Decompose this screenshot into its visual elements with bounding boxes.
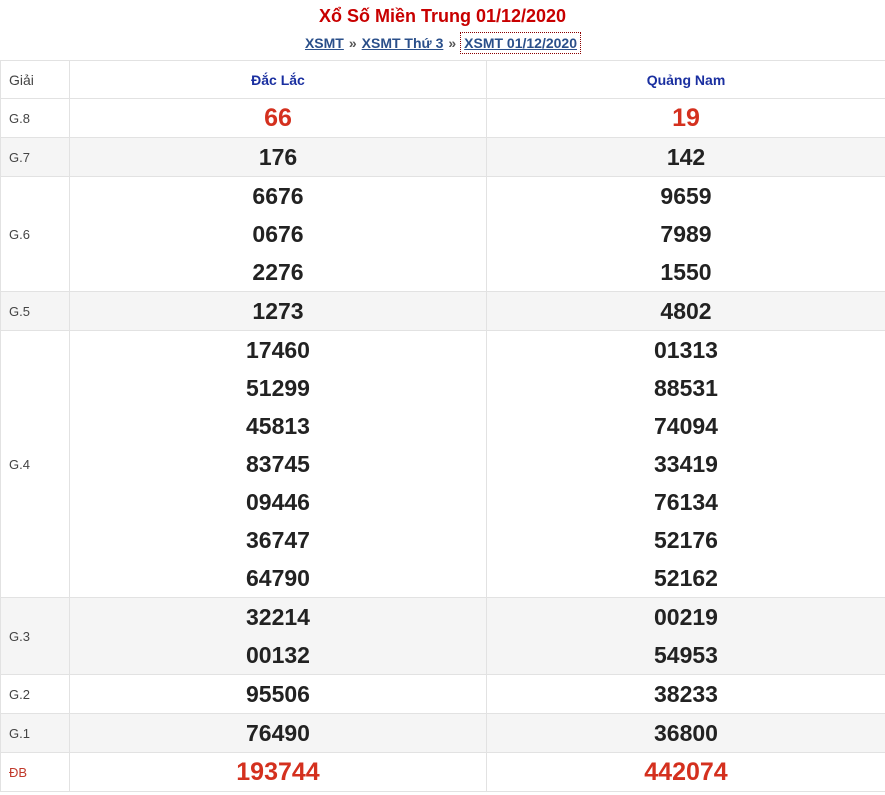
prize-label: G.6 — [0, 176, 70, 292]
table-row: G.3 32214 00132 00219 54953 — [0, 597, 885, 675]
result-number: 51299 — [246, 375, 310, 401]
prize-label: G.4 — [0, 330, 70, 598]
table-row: G.7 176 142 — [0, 137, 885, 177]
result-number: 09446 — [246, 489, 310, 515]
table-row: G.4 17460 51299 45813 83745 09446 36747 64790 01… — [0, 330, 885, 598]
result-number: 0676 — [252, 221, 304, 247]
result-number: 32214 — [246, 604, 310, 630]
result-cell-dac-lac: 95506 — [69, 674, 487, 714]
prize-label: G.7 — [0, 137, 70, 177]
result-number: 1273 — [252, 298, 304, 324]
result-cell-quang-nam: 36800 — [486, 713, 885, 753]
result-number: 1550 — [660, 259, 712, 285]
column-header-province-dac-lac: Đắc Lắc — [69, 60, 487, 99]
table-row: G.6 6676 0676 2276 9659 7989 1550 — [0, 176, 885, 292]
result-number: 54953 — [654, 642, 718, 668]
prize-label: G.5 — [0, 291, 70, 331]
result-number: 442074 — [644, 758, 728, 786]
result-number: 45813 — [246, 413, 310, 439]
result-cell-dac-lac: 6676 0676 2276 — [69, 176, 487, 292]
result-number: 01313 — [654, 337, 718, 363]
result-number: 4802 — [660, 298, 712, 324]
table-row: G.8 66 19 — [0, 98, 885, 138]
breadcrumb: XSMT» XSMT Thứ 3» XSMT 01/12/2020 — [0, 30, 885, 60]
table-row: G.1 76490 36800 — [0, 713, 885, 753]
result-number: 74094 — [654, 413, 718, 439]
result-cell-quang-nam: 442074 — [486, 752, 885, 792]
result-number: 9659 — [660, 183, 712, 209]
result-number: 6676 — [252, 183, 304, 209]
result-number: 17460 — [246, 337, 310, 363]
results-table: Giải Đắc Lắc Quảng Nam G.8 66 19 G.7 176 142 G… — [0, 60, 885, 792]
breadcrumb-separator: » — [448, 35, 457, 51]
result-number: 00132 — [246, 642, 310, 668]
result-cell-quang-nam: 01313 88531 74094 33419 76134 52176 52162 — [486, 330, 885, 598]
result-cell-dac-lac: 66 — [69, 98, 487, 138]
results-body: G.8 66 19 G.7 176 142 G.6 6676 0676 2276 9659 7989 1… — [0, 98, 885, 792]
prize-label: G.2 — [0, 674, 70, 714]
breadcrumb-link-xsmt[interactable]: XSMT — [305, 35, 344, 51]
result-cell-quang-nam: 00219 54953 — [486, 597, 885, 675]
breadcrumb-separator: » — [348, 35, 357, 51]
result-number: 193744 — [236, 758, 320, 786]
column-header-province-quang-nam: Quảng Nam — [486, 60, 885, 99]
result-cell-dac-lac: 17460 51299 45813 83745 09446 36747 64790 — [69, 330, 487, 598]
prize-label: G.1 — [0, 713, 70, 753]
table-row: G.5 1273 4802 — [0, 291, 885, 331]
result-number: 52176 — [654, 527, 718, 553]
table-header-row: Giải Đắc Lắc Quảng Nam — [0, 60, 885, 99]
result-cell-quang-nam: 142 — [486, 137, 885, 177]
result-cell-dac-lac: 1273 — [69, 291, 487, 331]
result-number: 95506 — [246, 681, 310, 707]
result-number: 142 — [666, 144, 706, 170]
result-number: 00219 — [654, 604, 718, 630]
prize-label: G.8 — [0, 98, 70, 138]
result-number: 52162 — [654, 565, 718, 591]
result-number: 2276 — [252, 259, 304, 285]
result-number: 19 — [672, 104, 700, 132]
prize-label: ĐB — [0, 752, 70, 792]
result-cell-quang-nam: 4802 — [486, 291, 885, 331]
result-cell-dac-lac: 176 — [69, 137, 487, 177]
result-cell-dac-lac: 32214 00132 — [69, 597, 487, 675]
result-number: 64790 — [246, 565, 310, 591]
breadcrumb-link-xsmt-thu-3[interactable]: XSMT Thứ 3 — [362, 35, 444, 51]
result-cell-quang-nam: 19 — [486, 98, 885, 138]
result-number: 176 — [258, 144, 298, 170]
result-number: 33419 — [654, 451, 718, 477]
result-cell-quang-nam: 38233 — [486, 674, 885, 714]
result-cell-dac-lac: 193744 — [69, 752, 487, 792]
result-number: 7989 — [660, 221, 712, 247]
table-row: ĐB 193744 442074 — [0, 752, 885, 792]
result-number: 38233 — [654, 681, 718, 707]
column-header-prize: Giải — [0, 60, 70, 99]
table-row: G.2 95506 38233 — [0, 674, 885, 714]
breadcrumb-link-current[interactable]: XSMT 01/12/2020 — [460, 32, 582, 54]
result-number: 76490 — [246, 720, 310, 746]
result-number: 36800 — [654, 720, 718, 746]
page-title: Xổ Số Miền Trung 01/12/2020 — [318, 6, 567, 26]
prize-label: G.3 — [0, 597, 70, 675]
result-number: 36747 — [246, 527, 310, 553]
result-number: 88531 — [654, 375, 718, 401]
result-cell-dac-lac: 76490 — [69, 713, 487, 753]
result-cell-quang-nam: 9659 7989 1550 — [486, 176, 885, 292]
result-number: 66 — [264, 104, 292, 132]
result-number: 83745 — [246, 451, 310, 477]
result-number: 76134 — [654, 489, 718, 515]
